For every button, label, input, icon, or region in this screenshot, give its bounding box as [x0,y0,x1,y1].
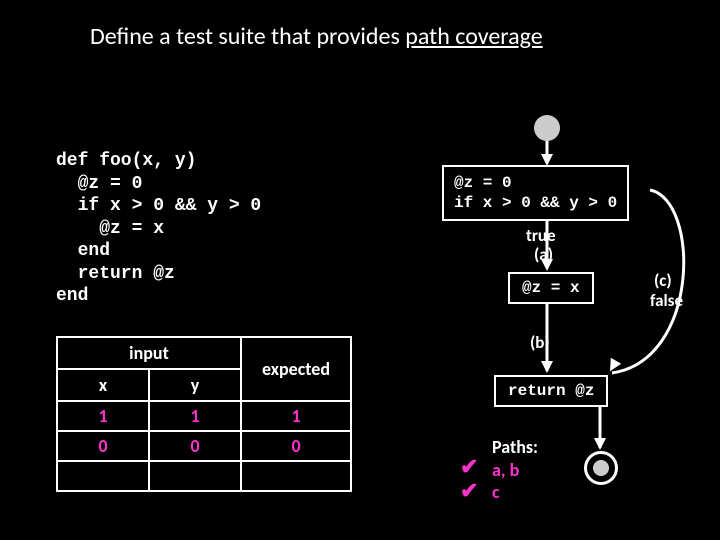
edge-label-false: false [650,290,683,311]
paths-list: Paths: a, b c [492,436,538,504]
cell-expected [241,461,351,491]
arrowhead-icon [605,358,621,374]
expected-header: expected [241,337,351,401]
title-underlined: path coverage [405,22,542,51]
cell-y: 1 [149,401,241,431]
cell-x [57,461,149,491]
title-prefix: Define a test suite that provides [90,22,405,51]
checkmark-icon: ✔ [460,477,478,504]
arrowhead-icon [541,259,553,271]
paths-heading: Paths: [492,436,538,459]
edge-label-true: true [526,225,556,246]
cell-expected: 1 [241,401,351,431]
flow-end-node [584,451,618,485]
input-header: input [57,337,241,369]
flow-box-assign: @z = x [508,272,594,304]
table-row [57,461,351,491]
cell-expected: 0 [241,431,351,461]
flow-box-init: @z = 0 if x > 0 && y > 0 [442,165,629,221]
flow-end-inner [593,460,609,476]
slide-title: Define a test suite that provides path c… [90,22,543,51]
flow-box-return: return @z [494,375,608,407]
x-header: x [57,369,149,401]
flow-start-node [534,115,560,141]
edge-label-c: (c) [654,270,672,291]
edge-label-b: (b) [530,332,550,353]
test-table: input expected x y 1 1 1 0 0 0 [56,336,352,492]
arrowhead-icon [541,361,553,373]
y-header: y [149,369,241,401]
code-block: def foo(x, y) @z = 0 if x > 0 && y > 0 @… [56,150,261,308]
cell-y: 0 [149,431,241,461]
path-entry: a, b [492,459,538,482]
arrowhead-icon [594,438,606,450]
cell-y [149,461,241,491]
cell-x: 1 [57,401,149,431]
cell-x: 0 [57,431,149,461]
table-row: 0 0 0 [57,431,351,461]
path-entry: c [492,481,538,504]
table-row: 1 1 1 [57,401,351,431]
checkmark-icon: ✔ [460,453,478,480]
